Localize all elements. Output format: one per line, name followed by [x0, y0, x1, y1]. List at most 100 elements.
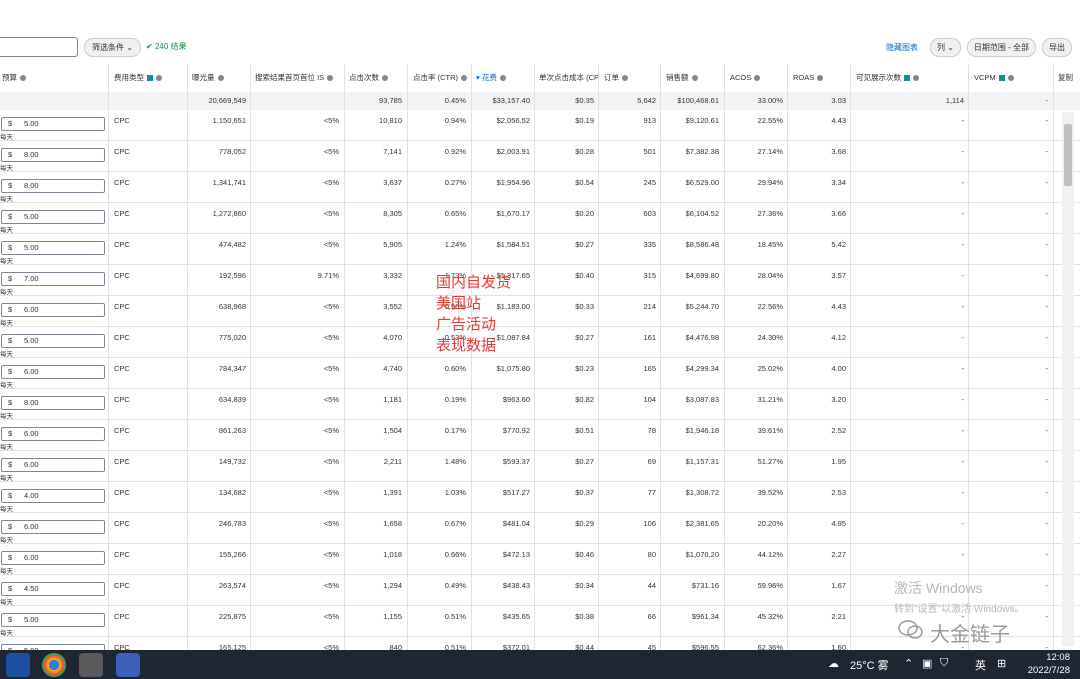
cell-clicks: 8,305	[383, 209, 402, 218]
budget-input[interactable]: $6.00	[1, 551, 105, 565]
header-copy[interactable]: 复制	[1058, 64, 1078, 92]
header-viewable-impressions[interactable]: 可见展示次数	[856, 64, 966, 92]
header-spend[interactable]: ▾ 花费	[476, 64, 532, 92]
budget-input[interactable]: $4.50	[1, 582, 105, 596]
export-button[interactable]: 导出	[1042, 38, 1072, 57]
sogou-browser-icon-2[interactable]	[116, 653, 140, 677]
total-ctr: 0.45%	[444, 96, 466, 105]
table-row[interactable]: $7.00 每天 CPC 192,596 9.71% 3,332 1.73% $1,317.6…	[0, 265, 1080, 296]
table-row[interactable]: $8.00 每天 CPC 634,839 <5% 1,181 0.19% $963.60 $0.…	[0, 389, 1080, 420]
table-row[interactable]: $6.00 每天 CPC 861,263 <5% 1,504 0.17% $770.92 $0.…	[0, 420, 1080, 451]
currency-symbol: $	[8, 274, 13, 283]
header-ctr[interactable]: 点击率 (CTR)	[413, 64, 469, 92]
chrome-icon[interactable]	[42, 653, 66, 677]
cell-ctr: 0.19%	[444, 395, 466, 404]
cell-acos: 44.12%	[757, 550, 783, 559]
cell-sales: $4,699.80	[685, 271, 719, 280]
weather-text[interactable]: 25°C 雾	[850, 657, 889, 673]
cell-clicks: 1,018	[383, 550, 402, 559]
system-clock[interactable]: 12:08 2022/7/28	[1028, 651, 1070, 677]
cell-clicks: 3,332	[383, 271, 402, 280]
table-row[interactable]: $4.00 每天 CPC 134,682 <5% 1,391 1.03% $517.27 $0.…	[0, 482, 1080, 513]
currency-symbol: $	[8, 367, 13, 376]
currency-symbol: $	[8, 584, 13, 593]
columns-button[interactable]: 列 ⌄	[929, 38, 961, 57]
budget-input[interactable]: $8.00	[1, 396, 105, 410]
cell-tos: <5%	[323, 116, 339, 125]
cell-sales: $1,308.72	[685, 488, 719, 497]
header-vcpm[interactable]: VCPM	[974, 64, 1048, 92]
budget-input[interactable]: $6.00	[1, 303, 105, 317]
sogou-browser-icon[interactable]	[6, 653, 30, 677]
budget-input[interactable]: $5.00	[1, 613, 105, 627]
cell-cpc: $0.27	[575, 240, 594, 249]
budget-input[interactable]: $6.00	[1, 427, 105, 441]
table-row[interactable]: $8.00 每天 CPC 778,052 <5% 7,141 0.92% $2,003.91 $…	[0, 141, 1080, 172]
cell-vcpm: -	[1045, 271, 1049, 280]
table-row[interactable]: $6.00 每天 CPC 638,968 <5% 3,552 0.56% $1,183.00 $…	[0, 296, 1080, 327]
budget-input[interactable]: $6.00	[1, 365, 105, 379]
table-row[interactable]: $6.00 每天 CPC 784,347 <5% 4,740 0.60% $1,075.80 $…	[0, 358, 1080, 389]
header-roas[interactable]: ROAS	[793, 64, 843, 92]
budget-input[interactable]: $8.00	[1, 148, 105, 162]
cell-impressions: 134,682	[218, 488, 246, 497]
keyboard-grid-icon[interactable]: ⊞	[997, 657, 1006, 670]
header-clicks[interactable]: 点击次数	[349, 64, 405, 92]
table-row[interactable]: $6.00 每天 CPC 155,266 <5% 1,018 0.66% $472.13 $0.…	[0, 544, 1080, 575]
cell-acos: 59.96%	[757, 581, 783, 590]
cell-viewable: -	[961, 240, 965, 249]
cell-acos: 45.32%	[757, 612, 783, 621]
budget-input[interactable]: $5.00	[1, 210, 105, 224]
scrollbar-thumb[interactable]	[1064, 124, 1072, 186]
chevron-up-icon[interactable]: ⌃	[904, 657, 913, 670]
header-sales[interactable]: 销售额	[666, 64, 722, 92]
filter-button[interactable]: 筛选条件 ⌄	[84, 38, 141, 57]
header-budget[interactable]: 预算	[2, 64, 102, 92]
header-acos[interactable]: ACOS	[730, 64, 780, 92]
cell-roas: 3.34	[831, 178, 846, 187]
budget-input[interactable]: $6.00	[1, 458, 105, 472]
chevron-down-icon: ⌄	[947, 43, 954, 52]
cell-cpc: $0.29	[575, 519, 594, 528]
windows-activation-notice: 激活 Windows 转到"设置"以激活 Windows。	[894, 578, 1024, 615]
cell-roas: 3.68	[831, 147, 846, 156]
table-row[interactable]: $5.00 每天 CPC 1,150,651 <5% 10,810 0.94% $2,056.…	[0, 110, 1080, 141]
budget-value: 6.00	[24, 367, 39, 376]
cell-orders: 69	[647, 457, 656, 466]
budget-input[interactable]: $5.00	[1, 241, 105, 255]
cell-orders: 66	[647, 612, 656, 621]
weather-icon[interactable]: ☁	[828, 657, 839, 670]
cell-ctr: 0.94%	[444, 116, 466, 125]
search-input[interactable]	[0, 37, 78, 57]
header-top-of-search[interactable]: 搜索结果首页首位 IS	[255, 64, 343, 92]
ime-indicator[interactable]: 英	[975, 657, 986, 673]
tray-app-icon[interactable]: ▣	[922, 657, 932, 670]
header-orders[interactable]: 订单	[604, 64, 658, 92]
table-row[interactable]: $6.00 每天 CPC 149,732 <5% 2,211 1.48% $593.37 $0.…	[0, 451, 1080, 482]
table-row[interactable]: $6.00 每天 CPC 246,783 <5% 1,658 0.67% $481.04 $0.…	[0, 513, 1080, 544]
shield-icon[interactable]: ⛉	[940, 657, 948, 670]
cell-impressions: 263,574	[218, 581, 246, 590]
header-cpc[interactable]: 单次点击成本 (CPC)	[539, 64, 599, 92]
cell-cpc: $0.46	[575, 550, 594, 559]
budget-input[interactable]: $5.00	[1, 334, 105, 348]
table-row[interactable]: $5.00 每天 CPC 1,272,860 <5% 8,305 0.65% $1,670.1…	[0, 203, 1080, 234]
table-row[interactable]: $8.00 每天 CPC 1,341,741 <5% 3,637 0.27% $1,954.9…	[0, 172, 1080, 203]
budget-input[interactable]: $5.00	[1, 117, 105, 131]
budget-input[interactable]: $7.00	[1, 272, 105, 286]
table-row[interactable]: $5.00 每天 CPC 775,020 <5% 4,070 0.53% $1,087.84 $…	[0, 327, 1080, 358]
vertical-scrollbar[interactable]	[1062, 112, 1074, 646]
cell-tos: <5%	[323, 395, 339, 404]
date-range-button[interactable]: 日期范围 - 全部	[966, 38, 1036, 57]
header-cost-type[interactable]: 费用类型	[114, 64, 184, 92]
hide-chart-link[interactable]: 隐藏图表	[886, 42, 918, 53]
budget-input[interactable]: $6.00	[1, 520, 105, 534]
header-impressions[interactable]: 曝光量	[192, 64, 250, 92]
cell-sales: $2,381.65	[685, 519, 719, 528]
clock-date: 2022/7/28	[1027, 665, 1070, 676]
table-toolbar: 筛选条件 ⌄ ✔ 240 结果 隐藏图表 列 ⌄ 日期范围 - 全部 导出	[0, 30, 1080, 65]
budget-input[interactable]: $8.00	[1, 179, 105, 193]
wechat-icon[interactable]	[79, 653, 103, 677]
budget-input[interactable]: $4.00	[1, 489, 105, 503]
table-row[interactable]: $5.00 每天 CPC 474,482 <5% 5,905 1.24% $1,584.51 $…	[0, 234, 1080, 265]
